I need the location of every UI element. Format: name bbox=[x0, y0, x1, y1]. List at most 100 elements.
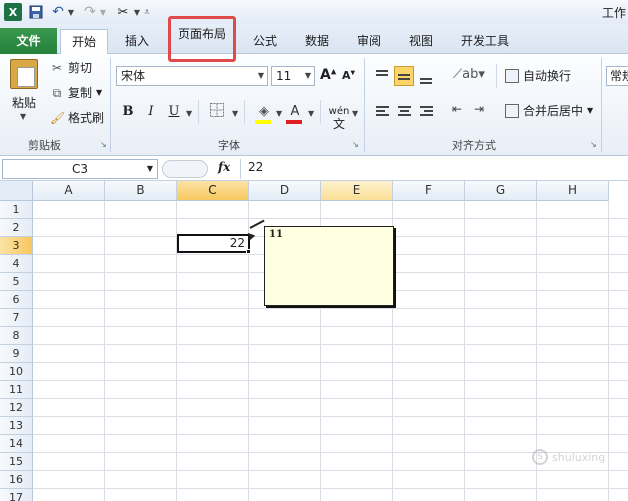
grid-row-line bbox=[33, 416, 628, 417]
fill-color-icon[interactable]: ◈ bbox=[253, 102, 275, 122]
align-top-button[interactable] bbox=[372, 66, 392, 86]
select-all-corner[interactable] bbox=[0, 181, 33, 201]
row-header-13[interactable]: 13 bbox=[0, 417, 33, 435]
font-name-select[interactable]: 宋体 ▼ bbox=[116, 66, 268, 86]
font-color-swatch bbox=[286, 120, 302, 124]
ribbon-tabs: 文件 开始 插入 公式 数据 审阅 视图 开发工具 bbox=[0, 24, 628, 55]
row-header-10[interactable]: 10 bbox=[0, 363, 33, 381]
copy-button[interactable]: ⧉ 复制 ▼ bbox=[50, 84, 102, 102]
grid-row-line bbox=[33, 362, 628, 363]
tab-developer[interactable]: 开发工具 bbox=[452, 29, 518, 54]
row-header-12[interactable]: 12 bbox=[0, 399, 33, 417]
font-color-dropdown-icon[interactable]: ▼ bbox=[308, 109, 314, 118]
clipboard-launcher-icon[interactable]: ↘ bbox=[100, 140, 107, 149]
tab-review[interactable]: 审阅 bbox=[346, 29, 392, 54]
name-box-dropdown-icon: ▼ bbox=[146, 164, 153, 173]
increase-indent-icon[interactable]: ⇥ bbox=[474, 102, 484, 116]
title-bar: X ↶ ▼ ↷ ▼ ✂ ▼ ⩡ 工作 bbox=[0, 0, 628, 24]
column-header-g[interactable]: G bbox=[465, 181, 537, 201]
tab-formulas[interactable]: 公式 bbox=[242, 29, 288, 54]
tab-data[interactable]: 数据 bbox=[294, 29, 340, 54]
column-header-b[interactable]: B bbox=[105, 181, 177, 201]
redo-icon[interactable]: ↷ bbox=[82, 3, 98, 21]
wrap-text-button[interactable]: 自动换行 bbox=[505, 67, 571, 84]
column-header-e[interactable]: E bbox=[321, 181, 393, 201]
redo-dropdown-icon[interactable]: ▼ bbox=[99, 3, 107, 21]
watermark-text: shuluxing bbox=[552, 450, 606, 464]
formula-input[interactable]: 22 bbox=[248, 160, 263, 174]
tab-insert[interactable]: 插入 bbox=[112, 29, 162, 54]
paste-button[interactable]: 粘贴 bbox=[12, 94, 36, 111]
row-header-9[interactable]: 9 bbox=[0, 345, 33, 363]
row-header-6[interactable]: 6 bbox=[0, 291, 33, 309]
column-header-d[interactable]: D bbox=[249, 181, 321, 201]
tools-icon[interactable]: ✂ bbox=[114, 3, 132, 21]
column-header-a[interactable]: A bbox=[33, 181, 105, 201]
align-left-button[interactable] bbox=[372, 101, 392, 121]
bold-button[interactable]: B bbox=[120, 102, 136, 122]
formula-bar-handle[interactable] bbox=[162, 160, 208, 178]
borders-dropdown-icon[interactable]: ▼ bbox=[232, 109, 238, 118]
font-launcher-icon[interactable]: ↘ bbox=[352, 140, 359, 149]
customize-quick-access-icon[interactable]: ⩡ bbox=[142, 3, 152, 21]
wrap-text-icon bbox=[505, 68, 519, 83]
row-header-5[interactable]: 5 bbox=[0, 273, 33, 291]
borders-icon[interactable] bbox=[206, 102, 228, 122]
underline-button[interactable]: U bbox=[166, 102, 182, 122]
grid-row-line bbox=[33, 218, 628, 219]
align-center-button[interactable] bbox=[394, 101, 414, 121]
underline-dropdown-icon[interactable]: ▼ bbox=[186, 109, 192, 118]
row-header-4[interactable]: 4 bbox=[0, 255, 33, 273]
phonetic-dropdown-icon[interactable]: ▼ bbox=[352, 109, 358, 118]
row-header-15[interactable]: 15 bbox=[0, 453, 33, 471]
row-header-7[interactable]: 7 bbox=[0, 309, 33, 327]
align-middle-button[interactable] bbox=[394, 66, 414, 86]
fill-handle[interactable] bbox=[246, 249, 251, 254]
fill-color-dropdown-icon[interactable]: ▼ bbox=[276, 109, 282, 118]
column-header-c[interactable]: C bbox=[177, 181, 249, 201]
row-header-8[interactable]: 8 bbox=[0, 327, 33, 345]
align-bottom-button[interactable] bbox=[416, 66, 436, 86]
row-header-1[interactable]: 1 bbox=[0, 201, 33, 219]
tools-dropdown-icon[interactable]: ▼ bbox=[133, 3, 141, 21]
decrease-indent-icon[interactable]: ⇤ bbox=[452, 102, 462, 116]
row-header-11[interactable]: 11 bbox=[0, 381, 33, 399]
merge-center-button[interactable]: 合并后居中 ▼ bbox=[505, 102, 593, 119]
alignment-launcher-icon[interactable]: ↘ bbox=[590, 140, 597, 149]
shrink-font-icon[interactable]: A▼ bbox=[342, 69, 355, 82]
font-group-label: 字体 bbox=[218, 139, 240, 152]
undo-dropdown-icon[interactable]: ▼ bbox=[67, 3, 75, 21]
cut-button[interactable]: ✂ 剪切 bbox=[50, 59, 92, 77]
format-painter-button[interactable]: 🖌 格式刷 bbox=[50, 109, 104, 127]
cell-c3[interactable]: 22 bbox=[177, 234, 250, 253]
paste-dropdown-icon[interactable]: ▼ bbox=[20, 112, 26, 121]
italic-button[interactable]: I bbox=[143, 102, 159, 122]
orientation-icon[interactable]: ⟋ab▾ bbox=[453, 67, 485, 82]
ribbon-home: 粘贴 ▼ ✂ 剪切 ⧉ 复制 ▼ 🖌 格式刷 剪贴板 ↘ 宋体 ▼ 11 ▼ A… bbox=[0, 54, 628, 156]
row-header-14[interactable]: 14 bbox=[0, 435, 33, 453]
cell-comment-box[interactable]: 11 bbox=[264, 226, 394, 306]
save-icon[interactable] bbox=[28, 3, 44, 21]
insert-function-icon[interactable]: fx bbox=[218, 160, 230, 174]
font-color-icon[interactable]: A bbox=[286, 102, 304, 122]
paste-icon[interactable] bbox=[10, 59, 38, 89]
align-right-button[interactable] bbox=[416, 101, 436, 121]
comment-connector-line bbox=[249, 219, 265, 229]
number-format-select[interactable]: 常规 bbox=[606, 66, 628, 86]
tab-page-layout[interactable]: 页面布局 bbox=[168, 16, 236, 62]
tab-file[interactable]: 文件 bbox=[0, 28, 57, 54]
font-size-select[interactable]: 11 ▼ bbox=[271, 66, 315, 86]
undo-icon[interactable]: ↶ bbox=[50, 3, 66, 21]
name-box[interactable]: C3 ▼ bbox=[2, 159, 158, 179]
tab-view[interactable]: 视图 bbox=[398, 29, 444, 54]
column-header-h[interactable]: H bbox=[537, 181, 609, 201]
row-header-2[interactable]: 2 bbox=[0, 219, 33, 237]
row-header-16[interactable]: 16 bbox=[0, 471, 33, 489]
grow-font-icon[interactable]: A▲ bbox=[320, 67, 336, 83]
row-header-17[interactable]: 17 bbox=[0, 489, 33, 501]
column-header-f[interactable]: F bbox=[393, 181, 465, 201]
merge-dropdown-icon: ▼ bbox=[587, 106, 594, 115]
excel-app-icon[interactable]: X bbox=[4, 3, 22, 21]
row-header-3[interactable]: 3 bbox=[0, 237, 33, 255]
tab-home[interactable]: 开始 bbox=[60, 29, 108, 55]
